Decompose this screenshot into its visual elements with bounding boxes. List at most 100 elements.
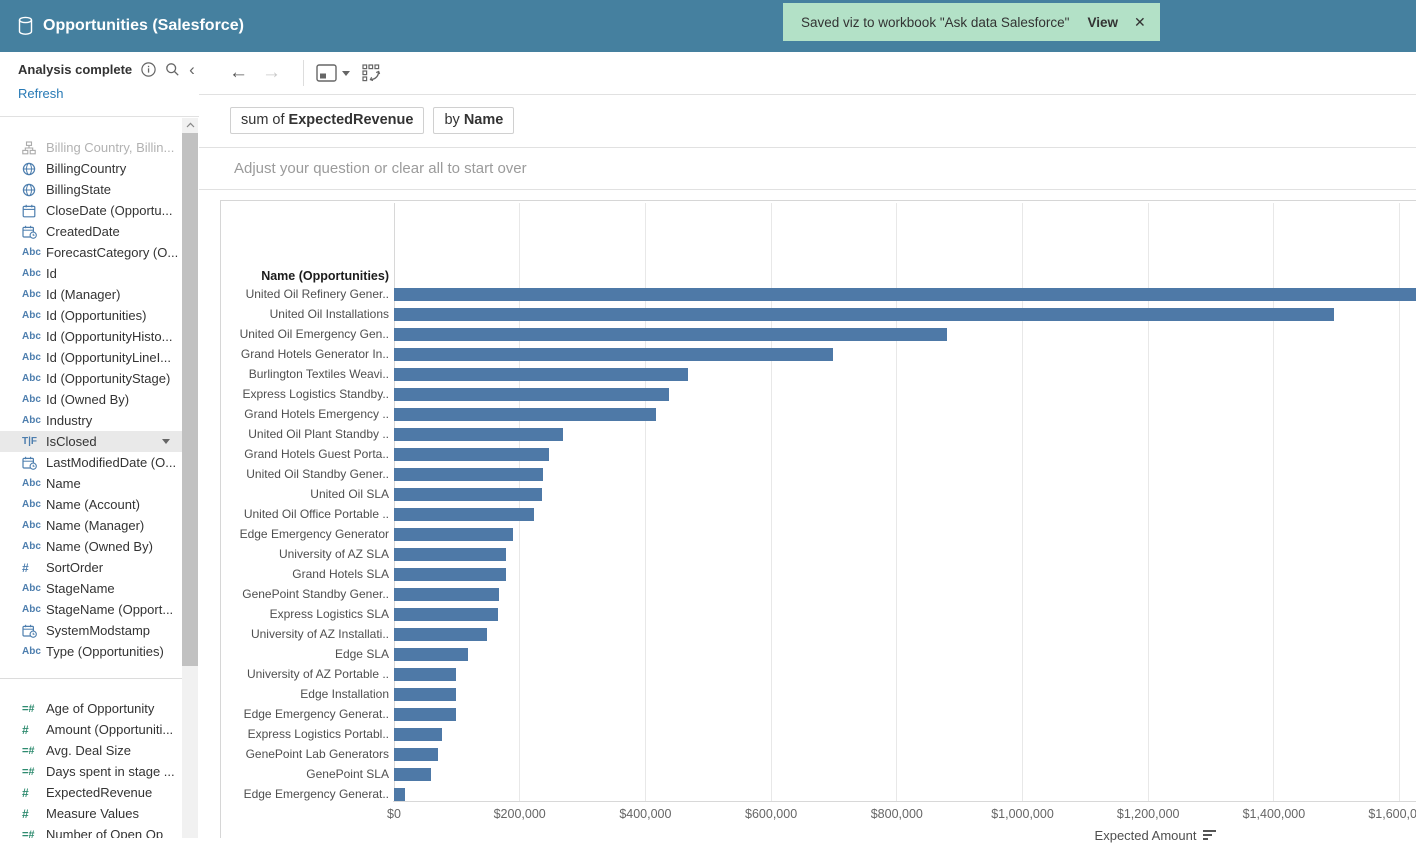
field-item-billingstate[interactable]: BillingState bbox=[0, 179, 182, 200]
refresh-link[interactable]: Refresh bbox=[18, 86, 64, 101]
bar[interactable] bbox=[394, 308, 1334, 321]
field-item-stagename-opport[interactable]: AbcStageName (Opport... bbox=[0, 599, 182, 620]
bar[interactable] bbox=[394, 468, 543, 481]
field-item-expectedrevenue[interactable]: #ExpectedRevenue bbox=[0, 782, 182, 803]
bar[interactable] bbox=[394, 768, 431, 781]
sort-descending-icon[interactable] bbox=[1203, 830, 1217, 841]
field-item-avg-deal-size[interactable]: =#Avg. Deal Size bbox=[0, 740, 182, 761]
bar[interactable] bbox=[394, 408, 656, 421]
field-item-name-account[interactable]: AbcName (Account) bbox=[0, 494, 182, 515]
field-item-id-opportunityhisto[interactable]: AbcId (OpportunityHisto... bbox=[0, 326, 182, 347]
x-axis-title[interactable]: Expected Amount bbox=[1051, 828, 1261, 843]
field-item-name-manager[interactable]: AbcName (Manager) bbox=[0, 515, 182, 536]
abc-icon: Abc bbox=[22, 520, 46, 531]
field-item-stagename[interactable]: AbcStageName bbox=[0, 578, 182, 599]
field-item-isclosed[interactable]: T|FIsClosed bbox=[0, 431, 182, 452]
bar[interactable] bbox=[394, 388, 669, 401]
query-chip-by-name[interactable]: by Name bbox=[433, 107, 514, 134]
field-item-name-owned-by[interactable]: AbcName (Owned By) bbox=[0, 536, 182, 557]
field-item-id-opportunitylinei[interactable]: AbcId (OpportunityLineI... bbox=[0, 347, 182, 368]
sidebar-scrollbar[interactable] bbox=[182, 118, 198, 838]
bar[interactable] bbox=[394, 568, 506, 581]
bar-label: United Oil Standby Gener.. bbox=[221, 467, 389, 481]
bar[interactable] bbox=[394, 588, 499, 601]
field-dropdown-caret-icon[interactable] bbox=[162, 439, 170, 444]
field-item-number-of-open-op[interactable]: =#Number of Open Op bbox=[0, 824, 182, 838]
toast-close-icon[interactable]: ✕ bbox=[1134, 14, 1146, 31]
info-icon[interactable] bbox=[141, 62, 156, 77]
bar[interactable] bbox=[394, 648, 468, 661]
bar[interactable] bbox=[394, 428, 563, 441]
calc-hash-icon: =# bbox=[22, 829, 46, 839]
field-label: Age of Opportunity bbox=[46, 701, 154, 716]
forward-button[interactable]: → bbox=[262, 62, 281, 84]
calc-hash-icon: =# bbox=[22, 703, 46, 715]
field-item-createddate[interactable]: CreatedDate bbox=[0, 221, 182, 242]
field-label: SortOrder bbox=[46, 560, 103, 575]
query-chip-expected-revenue[interactable]: sum of ExpectedRevenue bbox=[230, 107, 424, 134]
abc-icon: Abc bbox=[22, 541, 46, 552]
scroll-up-icon[interactable] bbox=[182, 118, 198, 132]
bar[interactable] bbox=[394, 628, 487, 641]
bar[interactable] bbox=[394, 528, 513, 541]
field-item-id[interactable]: AbcId bbox=[0, 263, 182, 284]
calc-hash-icon: =# bbox=[22, 745, 46, 757]
field-item-days-spent-in-stage[interactable]: =#Days spent in stage ... bbox=[0, 761, 182, 782]
bar-label: Express Logistics SLA bbox=[221, 607, 389, 621]
viz-type-button[interactable] bbox=[316, 64, 350, 82]
bar[interactable] bbox=[394, 348, 833, 361]
field-item-forecastcategory-o[interactable]: AbcForecastCategory (O... bbox=[0, 242, 182, 263]
field-item-systemmodstamp[interactable]: SystemModstamp bbox=[0, 620, 182, 641]
bar[interactable] bbox=[394, 548, 506, 561]
field-item-billingcountry[interactable]: BillingCountry bbox=[0, 158, 182, 179]
bar[interactable] bbox=[394, 288, 1416, 301]
bar[interactable] bbox=[394, 328, 947, 341]
field-item-billing-country-billin[interactable]: Billing Country, Billin... bbox=[0, 137, 182, 158]
field-label: Id (Opportunities) bbox=[46, 308, 146, 323]
field-item-id-opportunities[interactable]: AbcId (Opportunities) bbox=[0, 305, 182, 326]
query-bar[interactable]: sum of ExpectedRevenue by Name bbox=[199, 95, 1416, 148]
field-item-sortorder[interactable]: #SortOrder bbox=[0, 557, 182, 578]
field-item-age-of-opportunity[interactable]: =#Age of Opportunity bbox=[0, 698, 182, 719]
bar[interactable] bbox=[394, 448, 549, 461]
bar[interactable] bbox=[394, 728, 442, 741]
database-icon bbox=[18, 16, 33, 36]
field-item-type-opportunities[interactable]: AbcType (Opportunities) bbox=[0, 641, 182, 662]
bar-label: Edge SLA bbox=[221, 647, 389, 661]
calendar-clock-icon bbox=[22, 225, 46, 239]
scrollbar-thumb[interactable] bbox=[182, 133, 198, 666]
calc-hash-icon: =# bbox=[22, 766, 46, 778]
field-item-id-opportunitystage[interactable]: AbcId (OpportunityStage) bbox=[0, 368, 182, 389]
hash-blue-icon: # bbox=[22, 561, 46, 575]
field-item-name[interactable]: AbcName bbox=[0, 473, 182, 494]
question-input-row[interactable]: Adjust your question or clear all to sta… bbox=[199, 148, 1416, 190]
field-item-closedate-opportu[interactable]: CloseDate (Opportu... bbox=[0, 200, 182, 221]
field-item-industry[interactable]: AbcIndustry bbox=[0, 410, 182, 431]
x-tick-label: $400,000 bbox=[590, 807, 700, 821]
bar[interactable] bbox=[394, 508, 534, 521]
back-button[interactable]: ← bbox=[229, 62, 248, 84]
toast-view-button[interactable]: View bbox=[1087, 15, 1118, 30]
bar[interactable] bbox=[394, 368, 688, 381]
hierarchy-icon bbox=[22, 141, 46, 155]
field-item-id-owned-by[interactable]: AbcId (Owned By) bbox=[0, 389, 182, 410]
bar[interactable] bbox=[394, 488, 542, 501]
bar[interactable] bbox=[394, 708, 456, 721]
abc-icon: Abc bbox=[22, 247, 46, 258]
field-label: Days spent in stage ... bbox=[46, 764, 175, 779]
search-icon[interactable] bbox=[165, 62, 180, 77]
field-item-lastmodifieddate-o[interactable]: LastModifiedDate (O... bbox=[0, 452, 182, 473]
bar-label: Edge Installation bbox=[221, 687, 389, 701]
bar[interactable] bbox=[394, 668, 456, 681]
bar[interactable] bbox=[394, 688, 456, 701]
field-item-measure-values[interactable]: #Measure Values bbox=[0, 803, 182, 824]
bar[interactable] bbox=[394, 788, 405, 801]
field-item-id-manager[interactable]: AbcId (Manager) bbox=[0, 284, 182, 305]
collapse-pane-icon[interactable]: ‹ bbox=[189, 63, 195, 77]
abc-icon: Abc bbox=[22, 331, 46, 342]
swap-axes-button[interactable] bbox=[362, 64, 383, 83]
bar[interactable] bbox=[394, 748, 438, 761]
bar[interactable] bbox=[394, 608, 498, 621]
field-label: Type (Opportunities) bbox=[46, 644, 164, 659]
field-item-amount-opportuniti[interactable]: #Amount (Opportuniti... bbox=[0, 719, 182, 740]
